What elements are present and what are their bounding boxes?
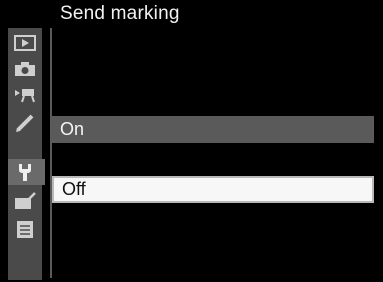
camera-menu-screen: Send marking On Off	[0, 0, 383, 282]
tab-recent-settings[interactable]	[8, 216, 42, 242]
option-off-label: Off	[62, 179, 86, 199]
recent-settings-icon	[17, 221, 33, 238]
tab-retouch[interactable]	[8, 188, 42, 214]
pencil-icon	[16, 114, 34, 132]
playback-icon	[14, 35, 36, 51]
tab-custom-settings[interactable]	[8, 110, 42, 136]
tab-playback[interactable]	[8, 30, 42, 56]
menu-divider	[50, 28, 52, 278]
option-off[interactable]: Off	[52, 176, 374, 203]
retouch-icon	[15, 192, 36, 209]
tab-setup[interactable]	[8, 159, 45, 185]
option-on[interactable]: On	[52, 116, 374, 143]
option-on-label: On	[60, 119, 85, 139]
tab-shooting[interactable]	[8, 56, 42, 82]
wrench-icon	[19, 164, 31, 181]
movie-icon	[15, 89, 35, 103]
tab-movie[interactable]	[8, 82, 42, 108]
page-title: Send marking	[60, 3, 180, 24]
camera-icon	[15, 62, 35, 76]
